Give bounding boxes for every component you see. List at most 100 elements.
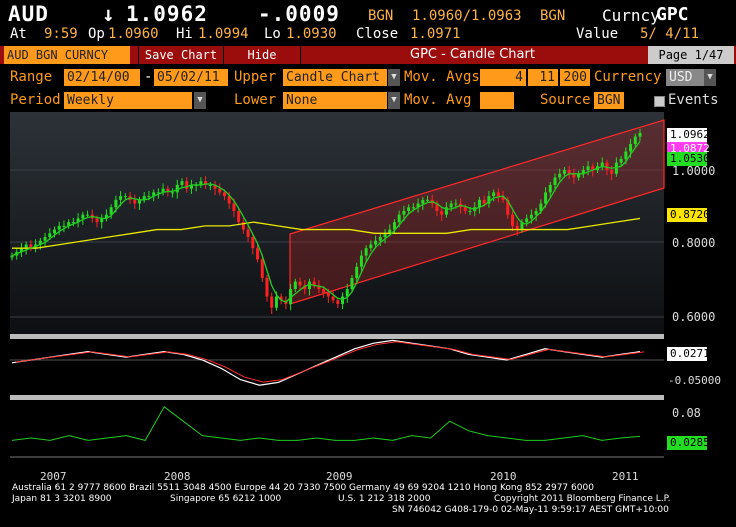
high-value: 1.0994 [198, 26, 249, 42]
ma2-input[interactable]: 11 [528, 69, 558, 86]
candle-body [421, 199, 425, 204]
open-value: 1.0960 [108, 26, 159, 42]
candle-body [331, 296, 335, 301]
range-start-input[interactable]: 02/14/00 [64, 69, 140, 86]
source-1: BGN [368, 8, 394, 24]
chevron-down-icon[interactable]: ▼ [388, 69, 400, 86]
hide-button[interactable]: Hide [224, 46, 301, 64]
candle-body [463, 207, 467, 211]
period-label: Period [10, 92, 61, 108]
chevron-down-icon[interactable]: ▼ [194, 92, 206, 109]
currency-label: Currency [594, 69, 662, 85]
candle-body [610, 170, 614, 174]
range-separator: - [144, 69, 153, 85]
footer-copyright: Copyright 2011 Bloomberg Finance L.P. [494, 494, 671, 504]
osc1-panel-bg [10, 339, 664, 394]
at-label: At [10, 26, 27, 42]
candle-body [293, 281, 297, 290]
candle-body [322, 289, 326, 293]
save-chart-button[interactable]: Save Chart [138, 46, 224, 64]
lower-select[interactable]: None [283, 92, 387, 109]
y-tick-3: 0.6000 [672, 310, 716, 324]
candle-body [482, 199, 486, 204]
time-value: 9:59 [44, 26, 78, 42]
candle-body [378, 237, 382, 241]
security-field[interactable]: AUD BGN CURNCY [4, 46, 130, 64]
footer-japan: Japan 81 3 3201 8900 [12, 494, 112, 504]
lower-label: Lower [234, 92, 277, 108]
candle-body [492, 192, 496, 197]
candle-body [440, 210, 444, 215]
net-change: -.0009 [258, 2, 340, 26]
osc2-value: 0.0285 [667, 436, 710, 450]
candle-body [614, 162, 618, 174]
candle-body [260, 259, 264, 278]
candle-body [350, 277, 354, 290]
candle-body [326, 292, 330, 297]
osc1-tick: -0.05000 [668, 374, 721, 387]
function-code[interactable]: GPC [656, 4, 689, 25]
header-bar: AUD ↓ 1.0962 -.0009 BGN 1.0960/1.0963 BG… [0, 0, 736, 44]
events-label: Events [668, 92, 719, 108]
candle-body [222, 192, 226, 197]
candle-body [246, 229, 250, 238]
osc2-tick: 0.08 [672, 406, 701, 420]
upper-label: Upper [234, 69, 277, 85]
source-label: Source [540, 92, 591, 108]
source-input[interactable]: BGN [594, 92, 624, 109]
footer-session: SN 746042 G408-179-0 02-May-11 9:59:17 A… [392, 505, 669, 515]
candle-body [43, 237, 47, 241]
candle-body [562, 170, 566, 174]
candle-body [270, 296, 274, 308]
candle-body [369, 244, 373, 249]
candle-body [298, 281, 302, 286]
candle-body [364, 248, 368, 256]
mov-avgs-label: Mov. Avgs [404, 69, 480, 85]
x-tick-2010: 2010 [490, 470, 517, 483]
footer-singapore: Singapore 65 6212 1000 [170, 494, 282, 504]
y-tick-1: 1.0000 [672, 164, 716, 178]
chevron-down-icon[interactable]: ▼ [388, 92, 400, 109]
candle-body [629, 144, 633, 152]
high-label: Hi [176, 26, 193, 42]
candle-body [619, 158, 623, 163]
page-indicator: Page 1/47 [648, 46, 734, 64]
candle-body [411, 207, 415, 209]
candle-body [544, 192, 548, 204]
upper-select[interactable]: Candle Chart [283, 69, 387, 86]
ma3-input[interactable]: 200 [560, 69, 590, 86]
candle-body [341, 296, 345, 304]
candle-body [232, 203, 236, 211]
value-date: 5/ 4/11 [640, 26, 700, 42]
ma1-input[interactable]: 4 [480, 69, 526, 86]
candle-body [256, 248, 260, 260]
chevron-down-icon[interactable]: ▼ [704, 69, 716, 86]
events-checkbox[interactable] [654, 96, 665, 107]
candle-body [251, 237, 255, 249]
x-tick-2009: 2009 [326, 470, 353, 483]
panel-divider-1 [10, 334, 664, 339]
candle-body [558, 173, 562, 178]
candle-body [119, 196, 123, 200]
candle-body [496, 192, 500, 197]
candle-body [57, 225, 61, 230]
candle-body [374, 240, 378, 245]
source-2: BGN [540, 8, 566, 24]
currency-select[interactable]: USD [666, 69, 704, 86]
candle-body [274, 296, 278, 308]
period-select[interactable]: Weekly [64, 92, 192, 109]
low-value: 1.0930 [286, 26, 337, 42]
candle-body [548, 184, 552, 193]
candle-body [525, 218, 529, 223]
range-end-input[interactable]: 05/02/11 [154, 69, 228, 86]
footer-contacts-1: Australia 61 2 9777 8600 Brazil 5511 304… [12, 483, 594, 493]
candle-body [208, 184, 212, 186]
x-tick-2011: 2011 [612, 470, 639, 483]
candle-body [468, 210, 472, 212]
candle-body [48, 233, 52, 238]
candle-body [62, 225, 66, 227]
candle-body [402, 210, 406, 215]
candle-body [477, 199, 481, 208]
candle-body [638, 132, 642, 137]
mov-avg-input[interactable] [480, 92, 514, 109]
